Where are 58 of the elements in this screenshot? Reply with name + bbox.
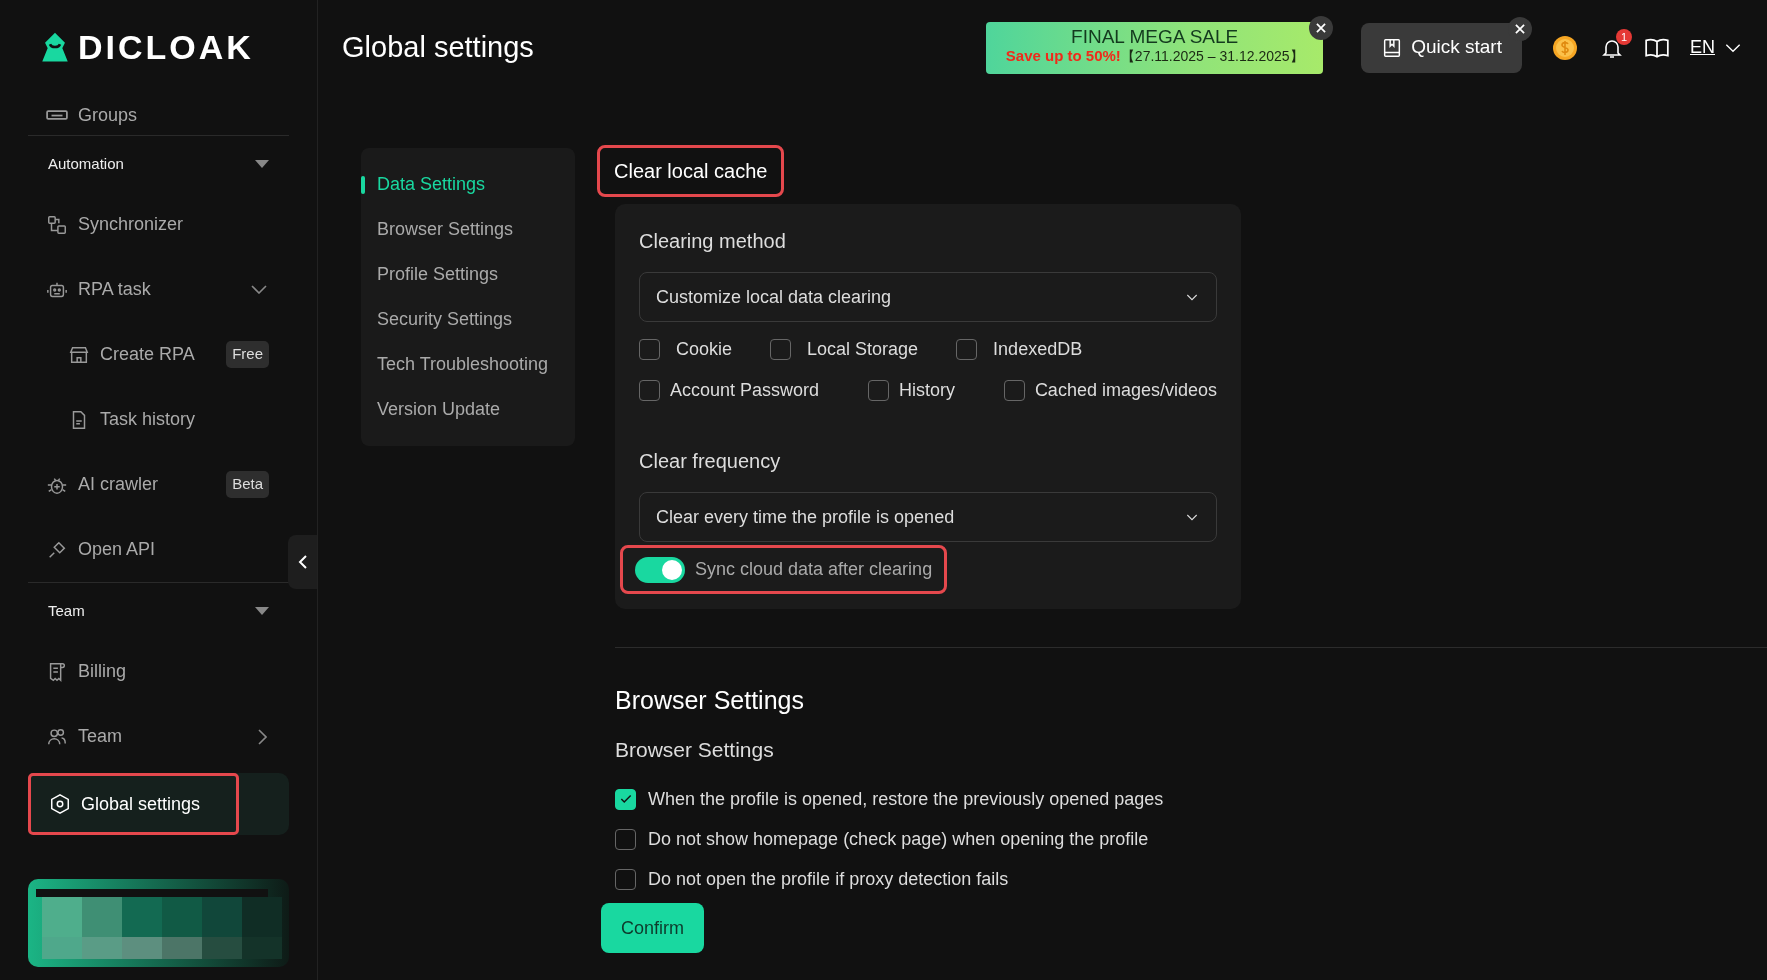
section-label: Automation	[48, 153, 124, 174]
language-selector[interactable]: EN	[1690, 34, 1743, 61]
notification-count: 1	[1616, 29, 1632, 46]
sidebar-item[interactable]: AI crawler Beta	[28, 452, 289, 517]
checkbox[interactable]: When the profile is opened, restore the previously opened pages	[615, 779, 1767, 819]
checkbox[interactable]: Account Password	[639, 377, 820, 404]
settings-nav-item[interactable]: Version Update	[361, 387, 575, 432]
sidebar-item[interactable]: Synchronizer	[28, 192, 289, 257]
hooded-figure-icon	[40, 31, 70, 64]
settings-nav-item[interactable]: Security Settings	[361, 297, 575, 342]
banner-title: FINAL MEGA SALE	[1070, 26, 1240, 48]
checkbox[interactable]: History	[867, 377, 955, 404]
settings-nav-item[interactable]: Data Settings	[361, 162, 575, 207]
checkbox[interactable]: Do not show homepage (check page) when opening the profile	[615, 819, 1767, 859]
toggle-switch[interactable]	[635, 556, 685, 583]
section-label: Team	[48, 600, 85, 621]
badge: Free	[226, 341, 269, 368]
close-icon	[1513, 21, 1527, 36]
field-label: Clear frequency	[639, 449, 782, 474]
chevron-left-icon	[297, 554, 308, 570]
logo-text: DICLOAK	[78, 27, 254, 68]
toggle-label: Sync cloud data after clearing	[695, 558, 933, 581]
checkbox[interactable]: Do not open the profile if proxy detection fails	[615, 859, 1767, 899]
checkbox[interactable]: Cached images/videos	[1003, 377, 1217, 404]
sidebar-item[interactable]: Task history	[28, 387, 289, 452]
highlight-frame: Global settings	[28, 773, 240, 835]
collapse-button[interactable]	[288, 535, 317, 589]
close-icon	[1314, 20, 1329, 35]
sidebar-item[interactable]: RPA task	[28, 257, 289, 322]
sidebar-item[interactable]: Team	[28, 704, 289, 769]
windows-icon	[46, 213, 68, 236]
banner-offer: Save up to 50%!	[1005, 47, 1121, 65]
field-label: Clearing method	[639, 229, 787, 254]
section-title: Clear local cache	[600, 148, 782, 194]
settings-nav-item[interactable]: Profile Settings	[361, 252, 575, 297]
checkbox[interactable]: Local Storage	[770, 336, 919, 363]
quick-start-button[interactable]: Quick start	[1361, 22, 1522, 73]
section-heading: Browser Settings	[615, 685, 805, 716]
check-icon	[618, 792, 633, 806]
confirm-button[interactable]: Confirm	[601, 903, 704, 953]
sidebar-item[interactable]: Global settings	[28, 773, 289, 835]
sidebar-item[interactable]: Billing	[28, 639, 289, 704]
sidebar-item[interactable]: Create RPA Free	[28, 322, 289, 387]
banner-dates: 【27.11.2025 – 31.12.2025】	[1120, 48, 1304, 65]
subsection-heading: Browser Settings	[615, 736, 775, 763]
sale-banner[interactable]: FINAL MEGA SALE Save up to 50%!【27.11.2025 – 31.12.2025】	[986, 21, 1324, 74]
hexagon-gear-icon	[49, 793, 71, 815]
page-title: Global settings	[342, 29, 534, 65]
dropdown[interactable]: Clear every time the profile is opened	[639, 492, 1217, 542]
settings-nav-item[interactable]: Tech Troubleshooting	[361, 342, 575, 387]
close-button[interactable]	[1309, 15, 1334, 40]
badge: Beta	[226, 471, 269, 498]
checkbox[interactable]: Cookie	[639, 336, 733, 363]
sidebar-item[interactable]: Open API	[28, 517, 289, 582]
checkbox[interactable]: IndexedDB	[956, 336, 1083, 363]
settings-nav-item[interactable]: Browser Settings	[361, 207, 575, 252]
dropdown[interactable]: Customize local data clearing	[639, 272, 1217, 322]
sidebar-item[interactable]: Groups	[28, 95, 289, 135]
